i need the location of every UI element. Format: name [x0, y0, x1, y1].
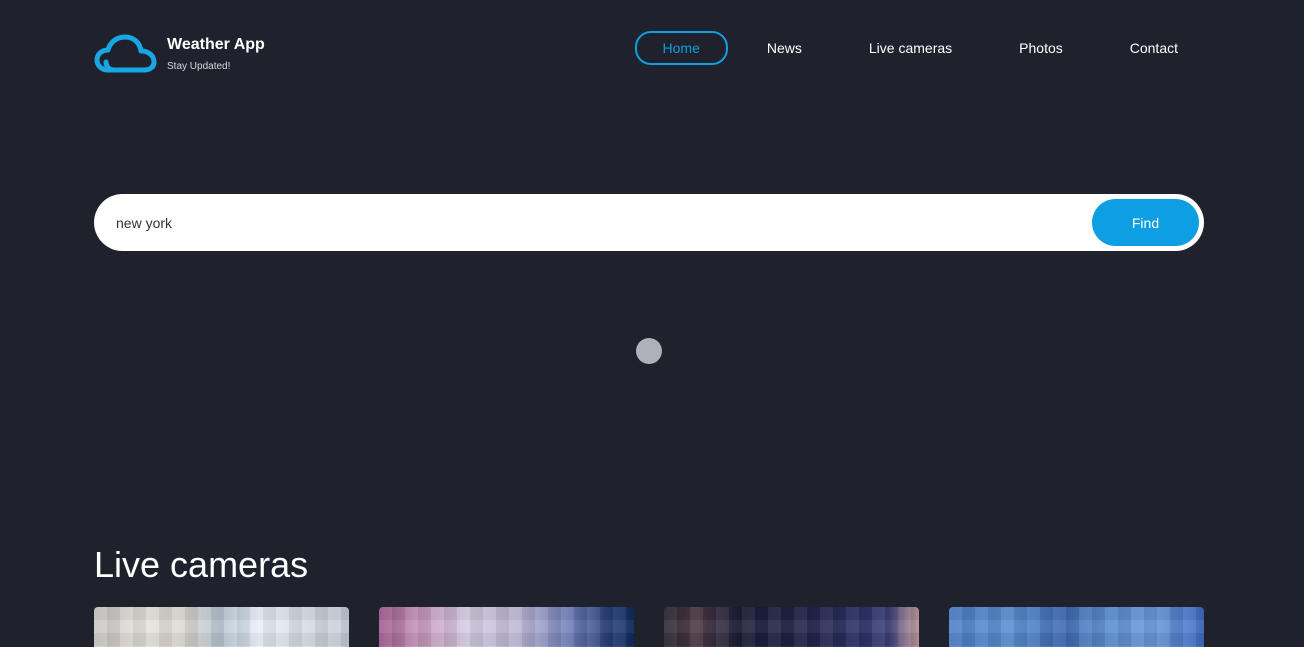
cloud-icon[interactable]	[94, 34, 158, 74]
brand-subtitle: Stay Updated!	[167, 61, 231, 72]
live-cameras-grid	[94, 607, 1204, 647]
camera-thumbnail[interactable]	[949, 607, 1204, 647]
camera-thumbnail[interactable]	[664, 607, 919, 647]
nav-news[interactable]: News	[739, 31, 830, 65]
live-cameras-heading: Live cameras	[94, 544, 309, 585]
brand-title[interactable]: Weather App	[167, 36, 265, 54]
site-header: Weather App Stay Updated! Home News Live…	[94, 31, 1206, 78]
search-input[interactable]	[114, 210, 1018, 236]
find-button[interactable]: Find	[1092, 199, 1199, 246]
nav-photos[interactable]: Photos	[991, 31, 1091, 65]
nav-contact[interactable]: Contact	[1102, 31, 1206, 65]
nav-home[interactable]: Home	[634, 31, 728, 65]
nav-live-cameras[interactable]: Live cameras	[841, 31, 980, 65]
camera-thumbnail[interactable]	[379, 607, 634, 647]
search-form: Find	[94, 194, 1204, 251]
camera-thumbnail[interactable]	[94, 607, 349, 647]
main-nav: Home News Live cameras Photos Contact	[624, 31, 1206, 65]
loading-indicator	[636, 338, 662, 364]
